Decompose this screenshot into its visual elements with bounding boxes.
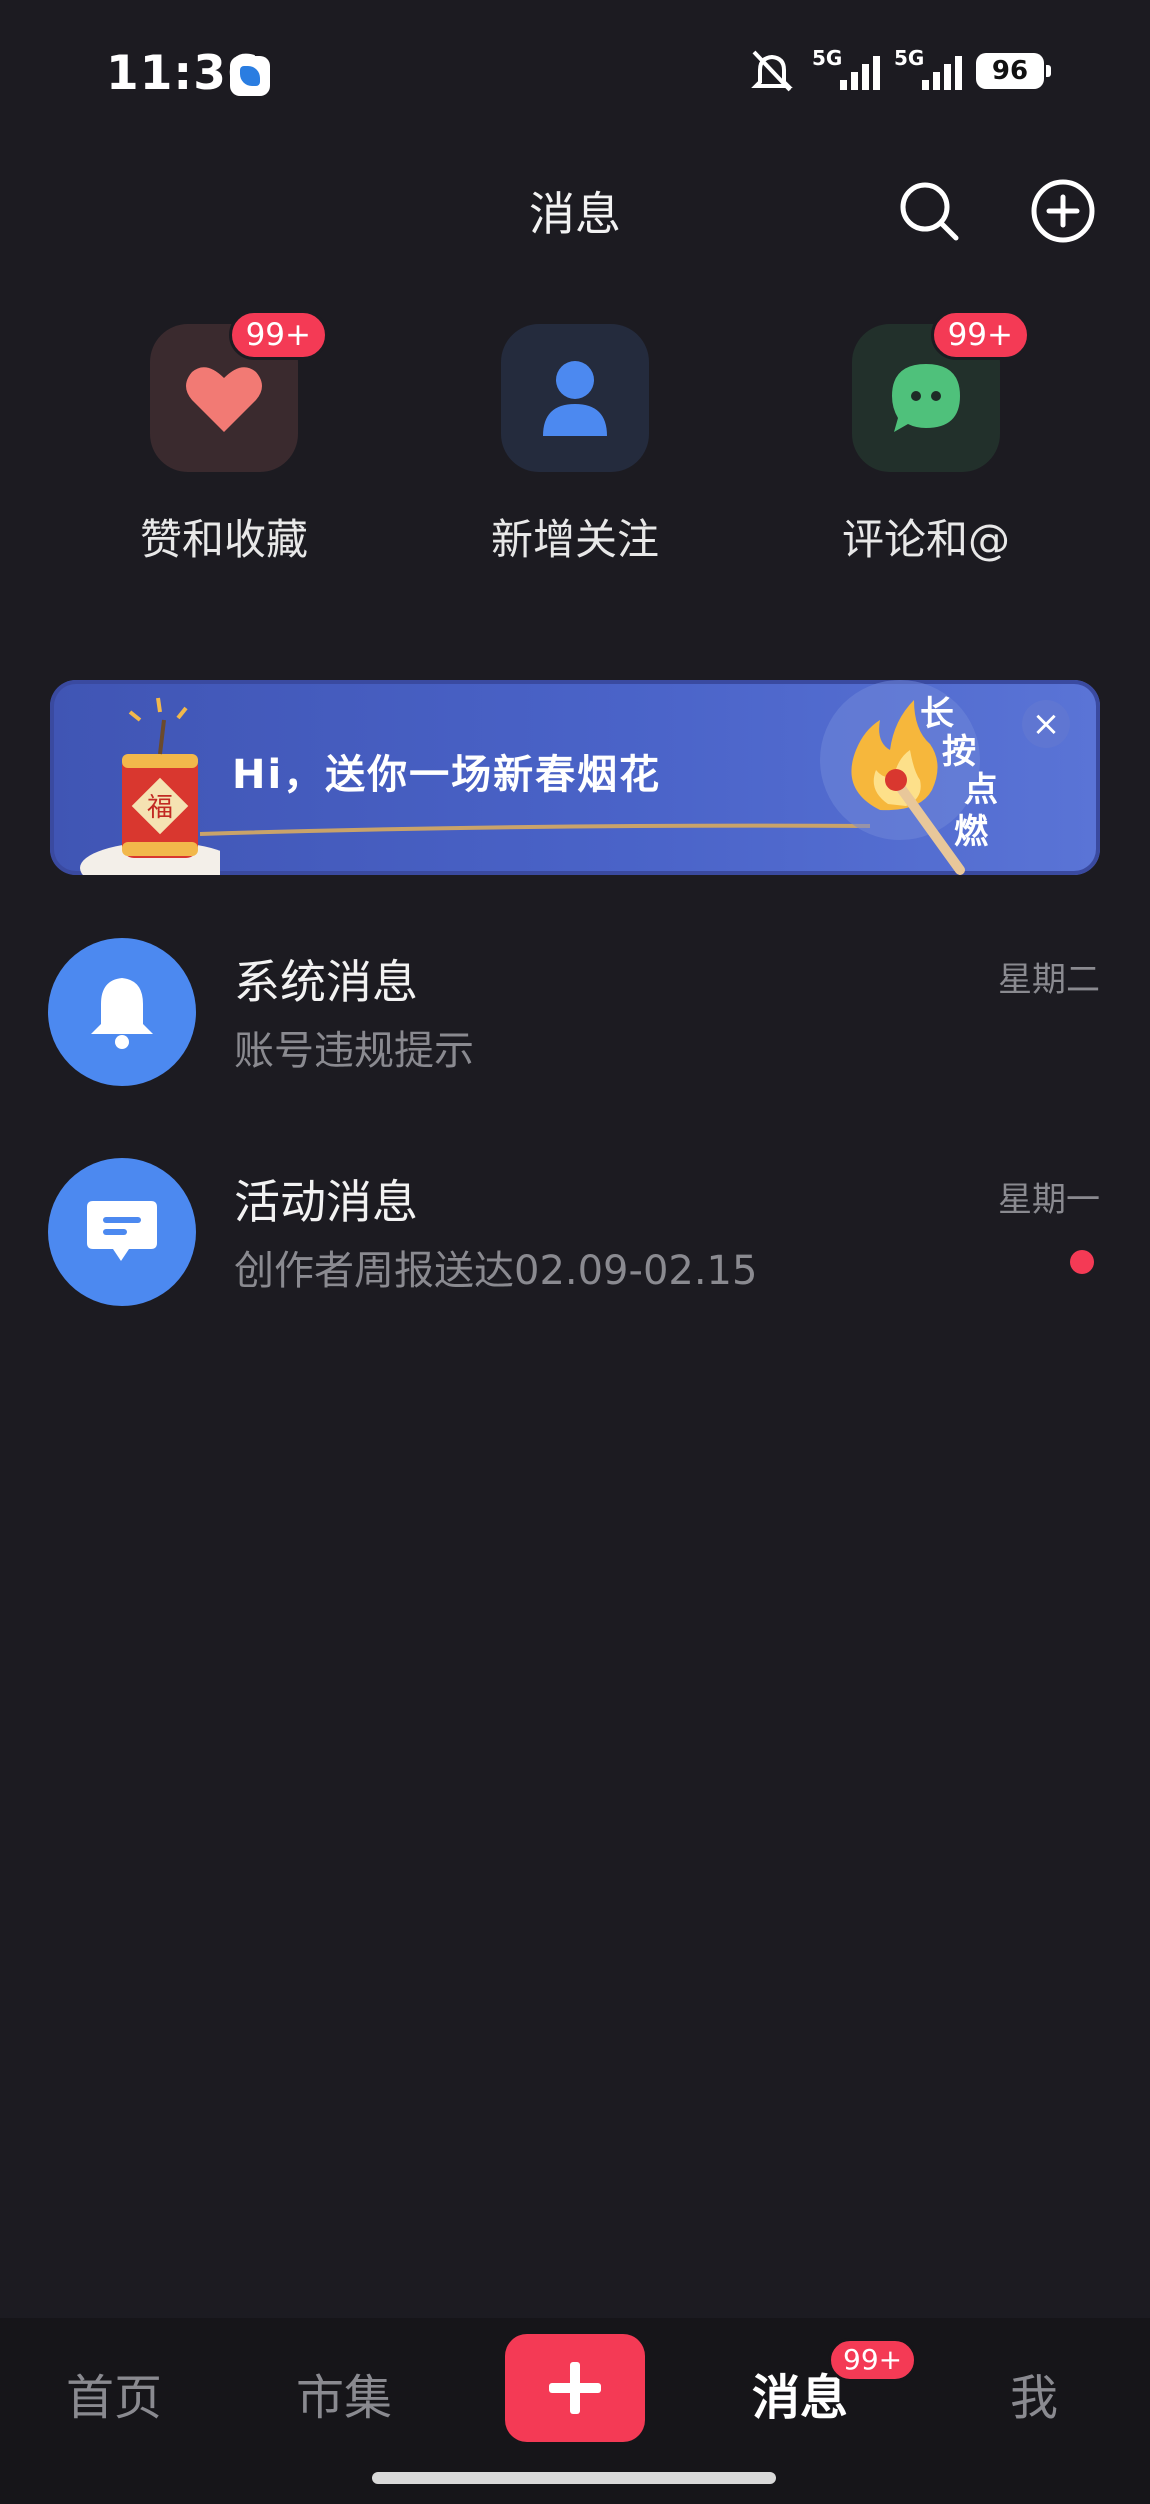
add-circle-icon [1031,179,1095,243]
likes-icon-tile: 99+ [150,310,328,472]
page-title: 消息 [529,187,621,241]
message-subtitle: 创作者周报送达02.09-02.15 [234,1248,758,1294]
home-indicator[interactable] [372,2472,776,2484]
message-row-system[interactable]: 系统消息 账号违规提示 星期二 [0,938,1150,1108]
message-time: 星期一 [998,1180,1100,1220]
likes-badge: 99+ [228,310,328,360]
likes-and-favorites-entry[interactable]: 99+ 赞和收藏 [74,310,374,567]
heart-icon [186,367,262,432]
message-row-activity[interactable]: 活动消息 创作者周报送达02.09-02.15 星期一 [0,1158,1150,1328]
messages-tab-badge: 99+ [828,2338,918,2382]
unread-dot [1070,1250,1094,1274]
fuse-rope [200,823,870,836]
followers-label: 新增关注 [490,515,659,564]
create-post-button[interactable] [505,2334,645,2442]
activity-avatar [48,1158,196,1306]
message-icon [87,1201,157,1261]
battery-indicator: 96 [976,53,1051,89]
signal-icon-1: 5G [812,46,880,94]
signal-icon-2: 5G [894,46,962,94]
system-avatar [48,938,196,1086]
likes-label: 赞和收藏 [139,515,308,564]
bell-icon [91,978,153,1049]
message-time: 星期二 [998,960,1100,1000]
chat-bubble-icon [892,364,960,432]
comments-and-mentions-entry[interactable]: 99+ 评论和@ [776,310,1076,567]
message-subtitle: 账号违规提示 [234,1028,474,1074]
app-notification-icon [230,56,270,96]
quick-entries: 99+ 赞和收藏 新增关注 99+ 评论和@ [0,310,1150,580]
long-press-hint: 长 按 点 燃 [920,694,998,852]
comments-icon-tile: 99+ [852,310,1030,472]
message-title: 活动消息 [234,1175,418,1229]
banner-close-button[interactable]: × [1022,700,1070,748]
mute-icon [751,50,793,92]
status-icons: 5G 5G 96 [746,46,1051,94]
search-icon [900,182,959,241]
search-button[interactable] [896,178,962,244]
tab-me[interactable]: 我 [1010,2358,1058,2428]
message-title: 系统消息 [234,955,418,1009]
add-button[interactable] [1030,178,1096,244]
firecracker-icon: 福 [80,697,220,875]
header: 消息 [0,170,1150,250]
fu-character: 福 [147,793,173,823]
plus-icon [549,2362,601,2414]
followers-icon-tile [501,324,649,472]
new-year-fireworks-banner[interactable]: 福 Hi，送你一场新春烟花 长 按 点 燃 × [50,680,1100,875]
new-followers-entry[interactable]: 新增关注 [425,320,725,567]
comments-label: 评论和@ [841,515,1010,564]
tab-market[interactable]: 市集 [296,2358,392,2428]
user-icon [543,361,607,436]
tab-home[interactable]: 首页 [66,2358,162,2428]
comments-badge: 99+ [930,310,1030,360]
status-bar: 11:36 5G 5G 96 [0,0,1150,150]
banner-text: Hi，送你一场新春烟花 [232,752,662,798]
